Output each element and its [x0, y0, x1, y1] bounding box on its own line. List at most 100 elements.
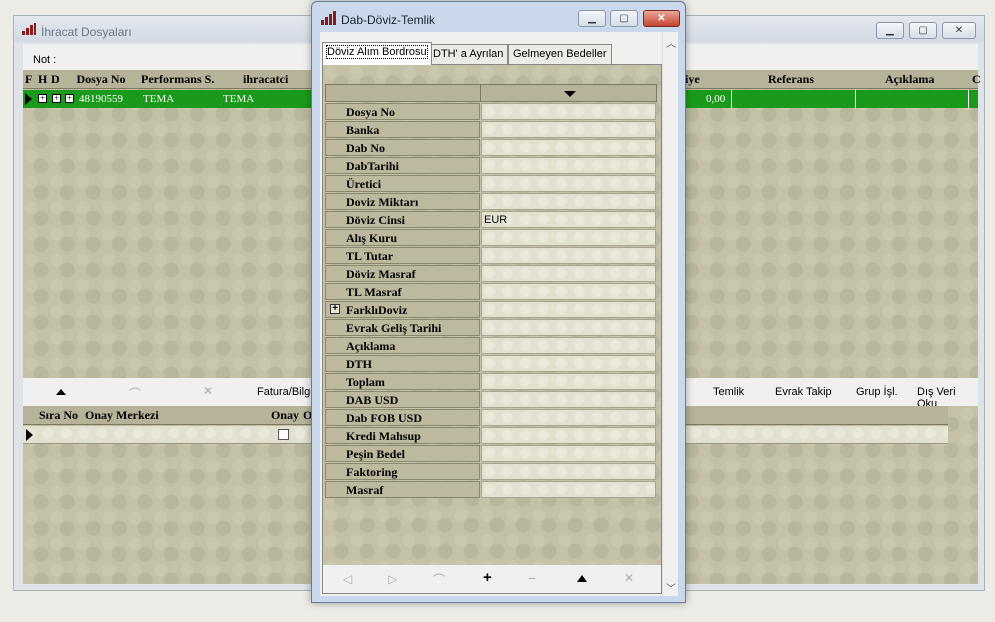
field-label: Alış Kuru — [325, 229, 480, 246]
field-value[interactable] — [481, 265, 656, 282]
field-value[interactable] — [481, 427, 656, 444]
row-pointer-icon — [26, 429, 33, 441]
tab-gelmeyen-bedeller[interactable]: Gelmeyen Bedeller — [508, 44, 612, 65]
form-row[interactable]: Dab No — [325, 139, 656, 157]
dialog-close-button[interactable]: ✕ — [643, 10, 680, 27]
nav-insert-icon[interactable]: + — [483, 569, 492, 586]
tab-doviz-alim-bordrosu[interactable]: Döviz Alım Bordrosu — [322, 42, 432, 65]
expand-d-icon[interactable]: + — [65, 94, 74, 103]
nav-refresh-icon[interactable]: ⌒ — [433, 571, 445, 588]
form-row[interactable]: Döviz Masraf — [325, 265, 656, 283]
expand-icon[interactable]: + — [330, 304, 340, 314]
undo-icon[interactable]: ⌒ — [129, 385, 141, 402]
col-miktar[interactable]: iye — [685, 72, 700, 87]
form-row[interactable]: Peşin Bedel — [325, 445, 656, 463]
form-row[interactable]: Üretici — [325, 175, 656, 193]
form-row[interactable]: TL Tutar — [325, 247, 656, 265]
move-up-icon[interactable] — [56, 389, 66, 395]
field-value[interactable] — [481, 247, 656, 264]
bg-maximize-button[interactable]: ▢ — [909, 22, 937, 39]
col-referans[interactable]: Referans — [768, 72, 814, 87]
field-value[interactable] — [481, 355, 656, 372]
form-row[interactable]: Toplam — [325, 373, 656, 391]
column-dropdown-icon[interactable] — [564, 91, 576, 97]
field-label: TL Tutar — [325, 247, 480, 264]
bg-close-button[interactable]: ✕ — [942, 22, 976, 39]
grup-isl-button[interactable]: Grup İşl. — [856, 386, 898, 398]
field-value[interactable] — [481, 283, 656, 300]
dialog-minimize-button[interactable]: ▁ — [578, 10, 606, 27]
nav-cancel-icon[interactable]: ✕ — [624, 571, 634, 585]
field-value[interactable] — [481, 157, 656, 174]
form-row[interactable]: Faktoring — [325, 463, 656, 481]
col-d[interactable]: D — [51, 72, 60, 87]
col-f[interactable]: F — [25, 72, 32, 87]
field-value[interactable] — [481, 175, 656, 192]
tab-panel: Dosya No Banka Dab No DabTarihi Üretici Doviz… — [322, 64, 662, 594]
evrak-takip-button[interactable]: Evrak Takip — [775, 386, 832, 398]
fatura-bilgi-button[interactable]: Fatura/Bilgi — [257, 386, 313, 398]
field-value[interactable] — [481, 373, 656, 390]
col-ihracatci[interactable]: ihracatci — [243, 72, 288, 87]
scroll-up-icon[interactable]: ︿ — [666, 35, 676, 50]
dialog-maximize-button[interactable]: ▢ — [610, 10, 638, 27]
field-value[interactable] — [481, 409, 656, 426]
form-row[interactable]: Açıklama — [325, 337, 656, 355]
col-c[interactable]: C — [972, 72, 981, 87]
tab-dth-ayrilan[interactable]: DTH' a Ayrılan — [428, 44, 509, 65]
field-value[interactable] — [481, 121, 656, 138]
form-row[interactable]: DTH — [325, 355, 656, 373]
field-value[interactable] — [481, 139, 656, 156]
field-value[interactable] — [481, 301, 656, 318]
form-row[interactable]: Alış Kuru — [325, 229, 656, 247]
nav-up-icon[interactable] — [577, 575, 587, 582]
form-row[interactable]: TL Masraf — [325, 283, 656, 301]
scroll-down-icon[interactable]: ﹀ — [666, 580, 676, 595]
form-row[interactable]: FarklıDoviz + — [325, 301, 656, 319]
col-h[interactable]: H — [38, 72, 47, 87]
cancel-icon[interactable]: ✕ — [203, 384, 213, 398]
form-row[interactable]: DAB USD — [325, 391, 656, 409]
field-value[interactable] — [481, 319, 656, 336]
form-row[interactable]: Dosya No — [325, 103, 656, 121]
form-row[interactable]: Masraf — [325, 481, 656, 499]
form-row[interactable]: DabTarihi — [325, 157, 656, 175]
field-value[interactable] — [481, 445, 656, 462]
dialog-window: Dab-Döviz-Temlik ▁ ▢ ✕ Döviz Alım Bordro… — [311, 1, 686, 603]
nav-delete-icon[interactable]: − — [528, 570, 536, 586]
form-row[interactable]: Doviz Miktarı — [325, 193, 656, 211]
cell-amount: 0,00 — [706, 93, 726, 105]
onay-checkbox[interactable] — [278, 429, 289, 440]
field-value[interactable] — [481, 481, 656, 498]
nav-next-icon[interactable]: ▷ — [388, 572, 397, 586]
form-row[interactable]: Dab FOB USD — [325, 409, 656, 427]
col-performans[interactable]: Performans S. — [141, 72, 221, 87]
field-label: Dab FOB USD — [325, 409, 480, 426]
field-value[interactable]: EUR — [481, 211, 656, 228]
form-row[interactable]: Kredi Mahsup — [325, 427, 656, 445]
field-value[interactable] — [481, 391, 656, 408]
form-row[interactable]: Banka — [325, 121, 656, 139]
field-value[interactable] — [481, 337, 656, 354]
temlik-button[interactable]: Temlik — [713, 386, 744, 398]
expand-f-icon[interactable]: + — [38, 94, 47, 103]
field-value[interactable] — [481, 463, 656, 480]
col-dosya-no[interactable]: Dosya No — [69, 72, 133, 87]
col-onay-merkezi[interactable]: Onay Merkezi — [85, 408, 159, 423]
col-sira-no[interactable]: Sıra No — [39, 408, 78, 423]
field-value[interactable] — [481, 229, 656, 246]
vertical-scrollbar[interactable]: ︿ ﹀ — [662, 32, 678, 596]
expand-h-icon[interactable]: + — [52, 94, 61, 103]
dialog-title: Dab-Döviz-Temlik — [341, 13, 436, 27]
bg-minimize-button[interactable]: ▁ — [876, 22, 904, 39]
form-row[interactable]: Döviz Cinsi EUR — [325, 211, 656, 229]
field-value[interactable] — [481, 103, 656, 120]
field-value[interactable] — [481, 193, 656, 210]
col-onay[interactable]: Onay — [271, 408, 299, 423]
nav-prior-icon[interactable]: ◁ — [343, 572, 352, 586]
row-pointer-icon — [25, 93, 32, 105]
col-aciklama[interactable]: Açıklama — [885, 72, 934, 87]
form-row[interactable]: Evrak Geliş Tarihi — [325, 319, 656, 337]
field-label: DTH — [325, 355, 480, 372]
form-grid-header — [325, 84, 657, 102]
